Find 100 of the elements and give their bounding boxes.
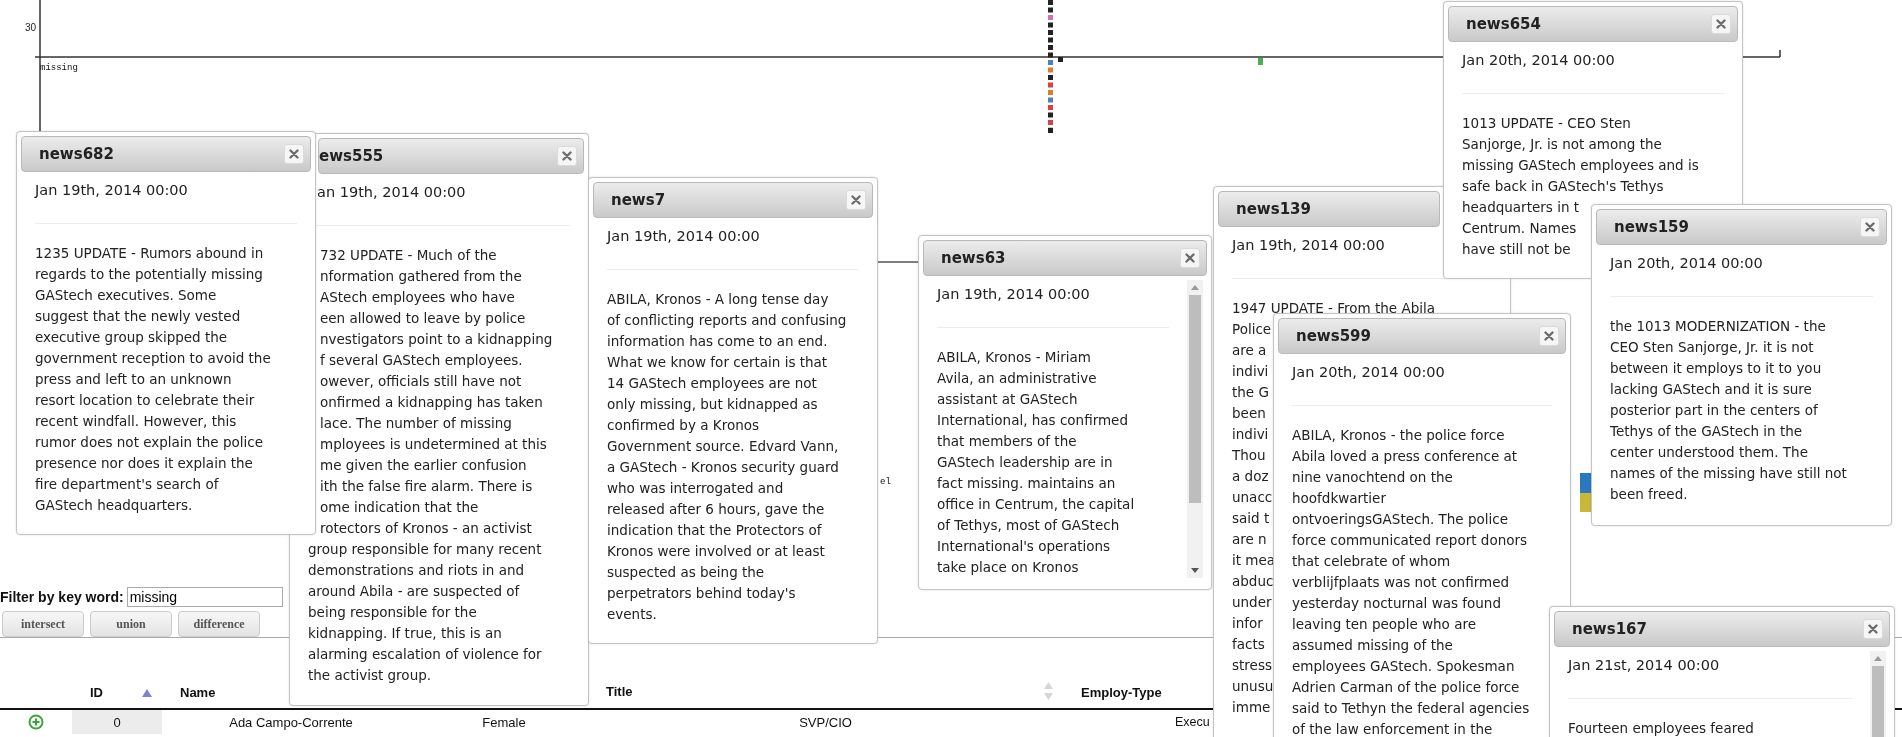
article-text-line: force communicated report donors [1292,532,1528,548]
article-text-line: me given the earlier confusion [320,457,527,473]
article-text-line: abduc [1232,573,1274,589]
article-text-line: 1013 UPDATE - CEO Sten [1462,115,1631,131]
table-cell: SVP/CIO [799,714,852,730]
set-operation-button[interactable]: union [90,611,172,637]
close-button[interactable] [1860,217,1880,237]
sort-ascending-icon[interactable] [142,688,152,697]
close-icon [289,149,299,159]
article-text-line: a doz [1232,468,1269,484]
article-text-line: that members of the [937,433,1077,449]
article-text-line: missing GAStech employees and is [1462,157,1699,173]
article-text-line: ABILA, Kronos - the police force [1292,427,1505,443]
news-date: Jan 19th, 2014 00:00 [607,228,760,244]
title-bar[interactable]: ews555 [318,138,584,174]
window-title: news7 [611,191,666,209]
title-bar[interactable]: news682 [21,136,311,172]
article-text-line: of the law enforcement in the [1292,721,1493,737]
article-text-line: Avila, an administrative [937,370,1097,386]
article-text-line: onfirmed a kidnapping has taken [320,394,543,410]
data-point [1048,67,1053,73]
table-cell: Execu [1175,715,1210,729]
article-text-line: assistant at GAStech [937,391,1078,407]
close-icon [1716,19,1726,29]
article-text-line: GAStech executives. Some [35,287,217,303]
article-text-line: GAStech leadership are in [937,454,1113,470]
close-icon [1185,253,1195,263]
data-point [1048,52,1053,58]
set-operation-button[interactable]: difference [178,611,260,637]
article-text-line: confirmed by a Kronos [607,417,759,433]
article-text-line: posterior part in the centers of [1610,402,1818,418]
article-text-line: unacc [1232,489,1273,505]
article-text-line: International's operations [937,538,1111,554]
article-text-line: International, has confirmed [937,412,1128,428]
close-icon [1865,222,1875,232]
close-button[interactable] [1711,14,1731,34]
article-text-line: take place on Kronos [937,559,1079,575]
article-text-line: are n [1232,531,1267,547]
article-text-line: office in Centrum, the capital [937,496,1135,512]
title-bar[interactable]: news139 [1218,191,1440,227]
title-bar[interactable]: news7 [593,182,873,218]
data-point [1048,15,1053,20]
news-date: Jan 21st, 2014 00:00 [1568,657,1720,673]
column-header[interactable]: Title [606,683,633,699]
article-text-line: hoofdkwartier [1292,490,1386,506]
column-header[interactable]: Name [180,685,216,700]
window-title: news159 [1614,218,1689,236]
window-title: news63 [941,249,1006,267]
article-text-line: the G [1232,384,1269,400]
title-bar[interactable]: news63 [923,240,1207,276]
article-text-line: employees GAStech. Spokesman [1292,658,1515,674]
table-cell: Ada Campo-Corrente [229,714,353,730]
article-text-line: between it employs to it to you [1610,360,1822,376]
article-text-line: f several GAStech employees. [320,352,523,368]
article-text-line: of conflicting reports and confusing [607,312,847,328]
article-text-line: recent windfall. However, this [35,413,237,429]
article-text-line: nvestigators point to a kidnapping [320,331,553,347]
article-text-line: Fourteen employees feared [1568,720,1754,736]
table-cell: Female [482,714,526,730]
window-title: news167 [1572,620,1647,638]
article-text-line: 1235 UPDATE - Rumors abound in [35,245,264,261]
column-header[interactable]: ID [90,685,103,700]
article-text-line: resort location to celebrate their [35,392,255,408]
data-point [1048,7,1053,13]
close-button[interactable] [1539,326,1559,346]
scrollbar[interactable] [1187,280,1203,578]
article-text-line: 732 UPDATE - Much of the [320,247,497,263]
article-text-line: yesterday nocturnal was found [1292,595,1501,611]
article-text-line: been freed. [1610,486,1688,502]
data-point [1048,30,1053,35]
filter-label: Filter by key word: [0,589,124,605]
article-text-line: indivi [1232,426,1269,442]
close-button[interactable] [557,146,577,166]
close-button[interactable] [1180,248,1200,268]
article-text-line: the 1013 MODERNIZATION - the [1610,318,1826,334]
close-button[interactable] [1863,619,1883,639]
article-text-line: een allowed to leave by police [320,310,526,326]
article-text-line: Government source. Edvard Vann, [607,438,839,454]
title-bar[interactable]: news167 [1554,611,1890,647]
title-bar[interactable]: news159 [1596,209,1887,245]
title-bar[interactable]: news654 [1448,6,1738,42]
article-text-line: center understood them. The [1610,444,1808,460]
article-text-line: CEO Sten Sanjorge, Jr. it is not [1610,339,1814,355]
column-header[interactable]: Employ-Type [1081,685,1162,700]
expand-icon[interactable] [28,714,44,730]
article-text-line: kidnapping. If true, this is an [308,625,502,641]
data-point [1048,22,1053,28]
set-operation-button[interactable]: intersect [2,611,84,637]
title-bar[interactable]: news599 [1278,318,1566,354]
data-point [1048,75,1053,80]
close-button[interactable] [284,144,304,164]
close-button[interactable] [846,190,866,210]
data-point [1048,90,1053,95]
article-text-line: around Abila - are suspected of [308,583,520,599]
table-cell: 0 [113,714,121,730]
bar [1580,473,1591,493]
article-text-line: verblijfplaats was not confirmed [1292,574,1510,590]
article-text-line: What we know for certain is that [607,354,828,370]
keyword-field[interactable]: missing [126,587,283,607]
window-title: news654 [1466,15,1541,33]
